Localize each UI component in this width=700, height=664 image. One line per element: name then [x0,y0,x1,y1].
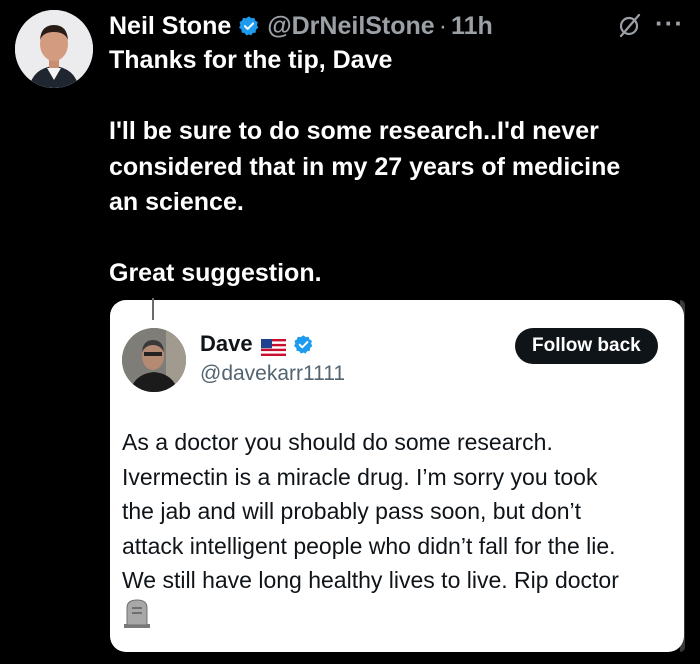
quoted-line: Ivermectin is a miracle drug. I’m sorry … [122,463,598,490]
tweet-line: an science. [109,188,244,216]
more-icon[interactable]: ··· [655,8,684,39]
follow-back-button[interactable]: Follow back [515,328,658,364]
tweet-line: Great suggestion. [109,259,322,287]
quoted-line: attack intelligent people who didn’t fal… [122,532,616,559]
quoted-line: the jab and will probably pass soon, but… [122,498,582,524]
tweet-timestamp[interactable]: 11h [451,12,493,41]
tweet-text: Thanks for the tip, Dave I'll be sure to… [109,43,689,292]
quoted-author-handle[interactable]: @davekarr1111 [200,362,345,386]
tweet-line-break [109,221,689,257]
thread-line [152,298,154,320]
verified-badge-icon[interactable] [238,15,260,37]
tweet-line: I'll be sure to do some research..I'd ne… [109,117,599,145]
author-handle[interactable]: @DrNeilStone [267,12,434,41]
author-name[interactable]: Neil Stone [109,12,231,41]
author-avatar[interactable] [15,10,93,88]
headstone-icon [124,598,150,628]
quoted-post-image[interactable]: Dave @davekarr1111 Follow back As a doct… [110,300,684,652]
quoted-author-avatar[interactable] [122,328,186,392]
quoted-text: As a doctor you should do some research.… [122,425,678,598]
grok-icon[interactable] [615,12,643,40]
quoted-author-name[interactable]: Dave [200,331,253,357]
tweet-header: Neil Stone @DrNeilStone · 11h [109,10,493,42]
tweet-line-break [109,79,689,115]
separator-dot: · [438,11,448,40]
quoted-line: We still have long healthy lives to live… [122,567,619,593]
quoted-name-row: Dave [200,331,314,357]
verified-badge-icon[interactable] [293,334,314,355]
quoted-line: As a doctor you should do some research. [122,429,553,455]
tweet-line: Thanks for the tip, Dave [109,46,393,74]
us-flag-icon [260,336,286,356]
tweet-line: considered that in my 27 years of medici… [109,152,621,181]
